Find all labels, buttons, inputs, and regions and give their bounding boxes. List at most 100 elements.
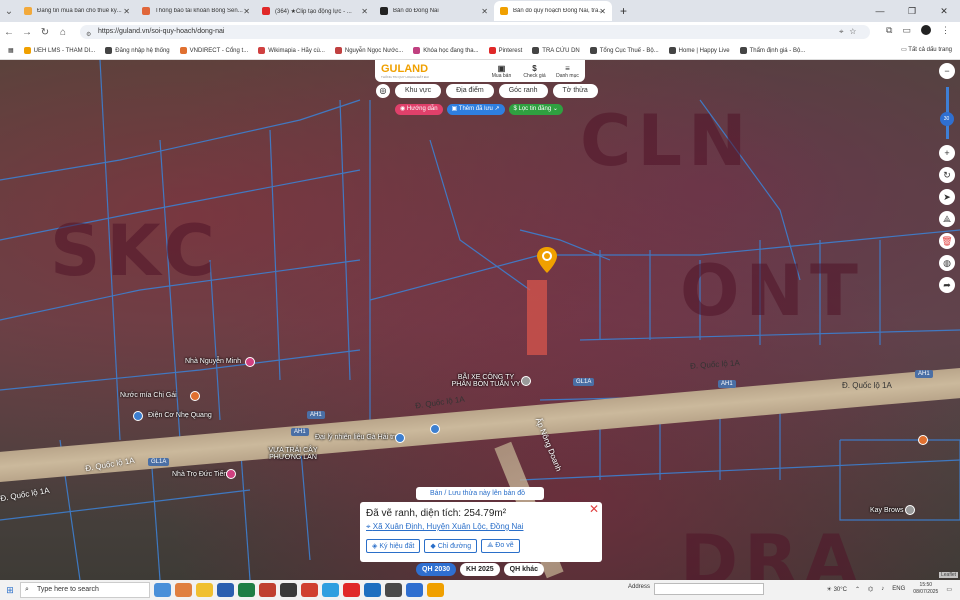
gps-locate-icon[interactable]: ◎ — [376, 84, 390, 98]
chrome-app-icon[interactable] — [175, 583, 192, 597]
menu-icon[interactable]: ⋮ — [941, 25, 950, 36]
chip-parcel[interactable]: Tờ thửa — [552, 84, 598, 98]
task-view-icon[interactable] — [154, 583, 171, 597]
poi-marker[interactable] — [430, 424, 440, 434]
catalog-button[interactable]: ≡ Danh mục — [551, 64, 584, 79]
notification-icon[interactable]: ▭ — [946, 586, 952, 593]
star-icon[interactable]: ☆ — [849, 27, 862, 36]
place-label[interactable]: Đại lý nhiên liệu Gà Hải trụ — [315, 434, 398, 441]
bookmark-item[interactable]: Khóa học đang tha... — [413, 47, 479, 54]
sidepanel-icon[interactable]: ▭ — [902, 25, 911, 36]
parcel-address-link[interactable]: ⌖ Xã Xuân Định, Huyện Xuân Lộc, Đồng Nai — [366, 522, 596, 532]
location-pin-icon[interactable] — [537, 247, 557, 273]
place-label[interactable]: Nước mía Chị Gái — [120, 392, 177, 399]
selected-parcel[interactable] — [527, 280, 547, 355]
edge-icon[interactable] — [364, 583, 381, 597]
url-input[interactable]: ⚙ https://guland.vn/soi-quy-hoach/dong-n… — [80, 25, 870, 39]
profile-avatar[interactable] — [921, 25, 931, 35]
chip-corner[interactable]: Góc ranh — [498, 84, 548, 98]
chip-area[interactable]: Khu vực — [395, 84, 442, 98]
land-symbol-button[interactable]: ◈ Ký hiệu đất — [366, 539, 421, 553]
directions-button[interactable]: ◆ Chỉ đường — [424, 539, 478, 553]
poi-marker[interactable] — [918, 435, 928, 445]
tab-search-icon[interactable]: ⌄ — [0, 6, 18, 17]
weather-widget[interactable]: ☀ 30°C — [827, 586, 847, 593]
buy-sell-button[interactable]: ▣ Mua bán — [485, 64, 518, 79]
windows-start-icon[interactable]: ⊞ — [0, 580, 20, 600]
tab-kh-2025[interactable]: KH 2025 — [460, 563, 500, 576]
zoom-out-icon[interactable]: − — [939, 63, 955, 79]
navigate-icon[interactable]: ➤ — [939, 189, 955, 205]
measure-button[interactable]: ⟁ Đo vẽ — [481, 539, 520, 553]
guland-logo[interactable]: GULAND THÔNG TIN QUY HOẠCH ĐẤT ĐAI — [375, 63, 485, 79]
bookmark-item[interactable]: Tổng Cục Thuế - Bộ... — [589, 47, 659, 54]
app-icon[interactable] — [280, 583, 297, 597]
word-icon[interactable] — [217, 583, 234, 597]
minimize-icon[interactable]: — — [864, 6, 896, 16]
apps-icon[interactable]: ▦ — [8, 47, 14, 54]
bookmark-item[interactable]: VNDIRECT - Cổng t... — [179, 47, 248, 54]
measure-icon[interactable]: ⟁ — [939, 211, 955, 227]
place-label[interactable]: Kay Brows — [870, 507, 903, 514]
check-price-button[interactable]: $ Check giá — [518, 64, 551, 79]
zoom-slider[interactable]: 30 — [939, 87, 954, 139]
tray-expand-icon[interactable]: ⌃ — [855, 586, 860, 593]
app-icon[interactable] — [385, 583, 402, 597]
browser-tab-1[interactable]: Đăng tin mua bán cho thuê ký... ✕ — [18, 1, 136, 21]
tab-close-icon[interactable]: ✕ — [481, 7, 488, 16]
bookmark-item[interactable]: Wikimapia - Hãy cù... — [258, 47, 325, 54]
bookmark-item[interactable]: Đăng nhập hệ thống — [105, 47, 170, 54]
app-icon[interactable] — [322, 583, 339, 597]
tab-close-icon[interactable]: ✕ — [123, 7, 130, 16]
volume-icon[interactable]: ♪ — [881, 586, 884, 592]
trash-icon[interactable]: 🗑 — [939, 233, 955, 249]
bookmark-item[interactable]: Thẩm định giá - Bộ... — [739, 47, 805, 54]
zalo-icon[interactable] — [406, 583, 423, 597]
powerpoint-icon[interactable] — [259, 583, 276, 597]
place-label[interactable]: Nhà Nguyễn Minh — [185, 358, 241, 365]
network-icon[interactable]: ⌬ — [868, 586, 873, 593]
chip-place[interactable]: Địa điểm — [446, 84, 494, 98]
all-bookmarks[interactable]: ▭ Tất cả dấu trang — [901, 46, 952, 53]
taskbar-search-input[interactable]: ⌕ Type here to search — [20, 582, 150, 598]
home-icon[interactable]: ⌂ — [54, 27, 72, 38]
rotate-icon[interactable]: ↻ — [939, 167, 955, 183]
address-toolbar-input[interactable] — [654, 583, 764, 595]
place-label[interactable]: VỰA TRÁI CÂY PHƯƠNG LAN — [258, 447, 328, 461]
tab-close-icon[interactable]: ✕ — [599, 7, 606, 16]
place-label[interactable]: Nhà Trọ Đức Tiến — [172, 471, 227, 478]
poi-marker[interactable] — [190, 391, 200, 401]
clock[interactable]: 15:50 08/07/2025 — [913, 582, 938, 596]
poi-marker[interactable] — [133, 411, 143, 421]
poi-marker[interactable] — [245, 357, 255, 367]
new-tab-button[interactable]: + — [620, 4, 627, 18]
browser-tab-3[interactable]: (364) ★Clip tạo động lực - ... ✕ — [256, 1, 374, 21]
layers-icon[interactable]: ◍ — [939, 255, 955, 271]
tab-close-icon[interactable]: ✕ — [361, 7, 368, 16]
zoom-level-badge[interactable]: 30 — [939, 112, 954, 126]
tab-close-icon[interactable]: ✕ — [243, 7, 250, 16]
browser-tab-2[interactable]: Thông báo tài khoản Bông Sen... ✕ — [136, 1, 256, 21]
filter-listings-button[interactable]: $ Lọc tin đăng ⌄ — [508, 104, 563, 115]
bookmark-item[interactable]: TRA CỨU DN — [532, 47, 580, 54]
app-icon[interactable] — [343, 583, 360, 597]
site-info-icon[interactable]: ⚙ — [86, 28, 91, 42]
zoom-in-icon[interactable]: + — [939, 145, 955, 161]
app-icon[interactable] — [427, 583, 444, 597]
bookmark-item[interactable]: Pinterest — [488, 47, 522, 54]
extensions-icon[interactable]: ⧉ — [886, 25, 892, 36]
browser-tab-active[interactable]: Bản đồ quy hoạch Đồng Nai, tra... ✕ — [494, 1, 612, 21]
file-explorer-icon[interactable] — [196, 583, 213, 597]
poi-marker[interactable] — [521, 376, 531, 386]
excel-icon[interactable] — [238, 583, 255, 597]
share-icon[interactable]: ➦ — [939, 277, 955, 293]
browser-tab-4[interactable]: Bản đồ Đồng Nai ✕ — [374, 1, 494, 21]
place-label[interactable]: BÃI XE CÔNG TY PHÂN BÓN TUẤN VY — [450, 374, 522, 388]
tab-qh-other[interactable]: QH khác — [503, 563, 545, 576]
tab-qh-2030[interactable]: QH 2030 — [416, 563, 457, 576]
bookmark-item[interactable]: Nguyễn Ngọc Nước... — [334, 47, 403, 54]
maximize-icon[interactable]: ❐ — [896, 6, 928, 17]
forward-icon[interactable]: → — [18, 27, 36, 38]
close-window-icon[interactable]: ✕ — [928, 6, 960, 17]
saved-button[interactable]: ▣ Thêm đã lưu ↗ — [446, 104, 505, 115]
